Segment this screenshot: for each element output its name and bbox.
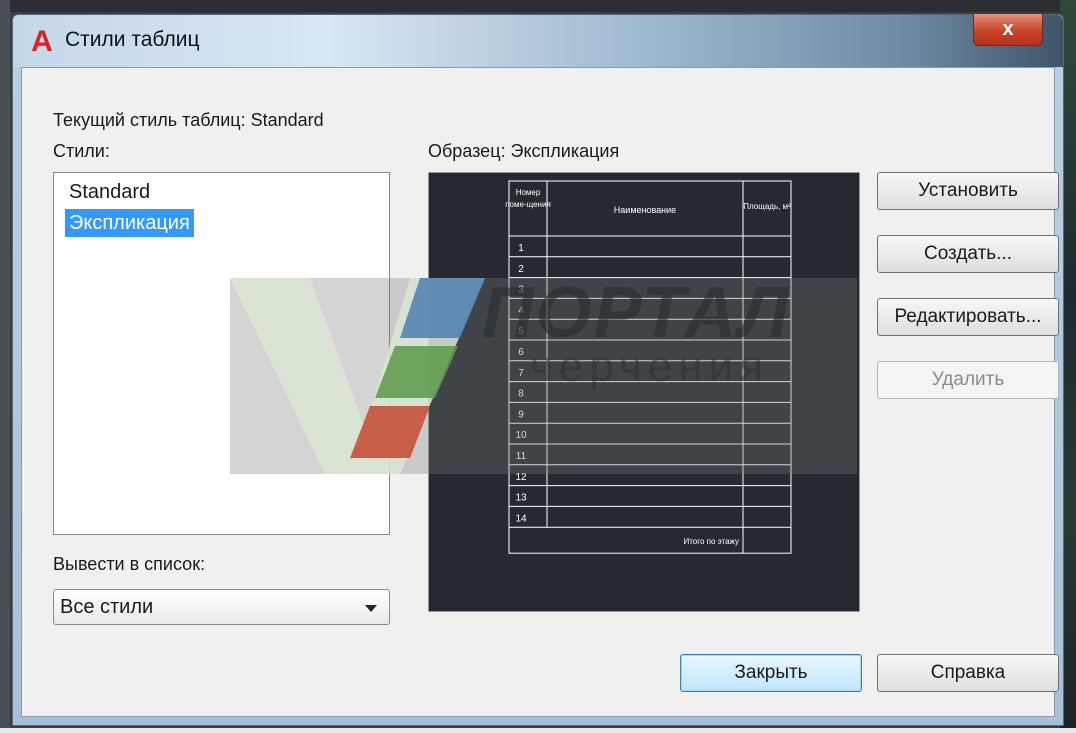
preview-row-number: 9 — [518, 409, 524, 420]
preview-panel: Номер поме-щения Наименование Площадь, м² 1 2… — [428, 172, 860, 612]
dialog-body: Текущий стиль таблиц: Standard Стили: St… — [21, 67, 1059, 717]
preview-row-number: 6 — [518, 347, 524, 358]
preview-row-number: 11 — [516, 451, 527, 462]
close-button[interactable]: Закрыть — [680, 654, 862, 692]
help-button[interactable]: Справка — [877, 654, 1059, 692]
preview-row-number: 1 — [518, 243, 524, 254]
list-filter-dropdown[interactable]: Все стили — [53, 589, 390, 625]
preview-header-name: Наименование — [614, 205, 676, 215]
preview-row-number: 7 — [518, 368, 524, 379]
preview-header-room-number: поме-щения — [505, 200, 551, 209]
preview-row-number: 5 — [518, 326, 524, 337]
styles-label: Стили: — [53, 141, 110, 161]
preview-row-number: 8 — [518, 389, 524, 400]
preview-row-number: 13 — [515, 493, 527, 504]
preview-label: Образец: Экспликация — [428, 141, 620, 161]
preview-row-number: 12 — [515, 472, 527, 483]
current-style-label: Текущий стиль таблиц: Standard — [53, 110, 324, 130]
preview-row-number: 2 — [518, 264, 524, 275]
styles-listbox[interactable]: Standard Экспликация — [53, 172, 390, 535]
set-current-button[interactable]: Установить — [877, 172, 1059, 210]
delete-button[interactable]: Удалить — [877, 361, 1059, 399]
list-filter-label: Вывести в список: — [53, 554, 206, 574]
title-bar[interactable]: A Стили таблиц x — [13, 14, 1063, 67]
list-item-explication[interactable]: Экспликация — [65, 209, 194, 237]
edit-button[interactable]: Редактировать... — [877, 298, 1059, 336]
table-styles-dialog: A Стили таблиц x Текущий стиль таблиц: S… — [12, 14, 1064, 726]
list-item-standard[interactable]: Standard — [65, 178, 154, 206]
preview-row-number: 4 — [518, 305, 524, 316]
preview-row-number: 10 — [515, 430, 527, 441]
preview-row-number: 14 — [515, 513, 527, 524]
autocad-app-icon: A — [31, 25, 53, 58]
preview-footer: Итого по этажу — [683, 537, 739, 546]
list-filter-value: Все стили — [60, 596, 154, 618]
preview-table: Номерпоме-щенияНаименование Площадь, м²12… — [505, 180, 792, 554]
create-button[interactable]: Создать... — [877, 235, 1059, 273]
preview-row-number: 3 — [518, 285, 524, 296]
preview-header-area: Площадь, м² — [743, 202, 791, 211]
chevron-down-icon — [365, 605, 377, 612]
preview-header-room-number: Номер — [516, 188, 541, 197]
close-window-button[interactable]: x — [973, 14, 1043, 46]
window-title: Стили таблиц — [65, 28, 200, 51]
